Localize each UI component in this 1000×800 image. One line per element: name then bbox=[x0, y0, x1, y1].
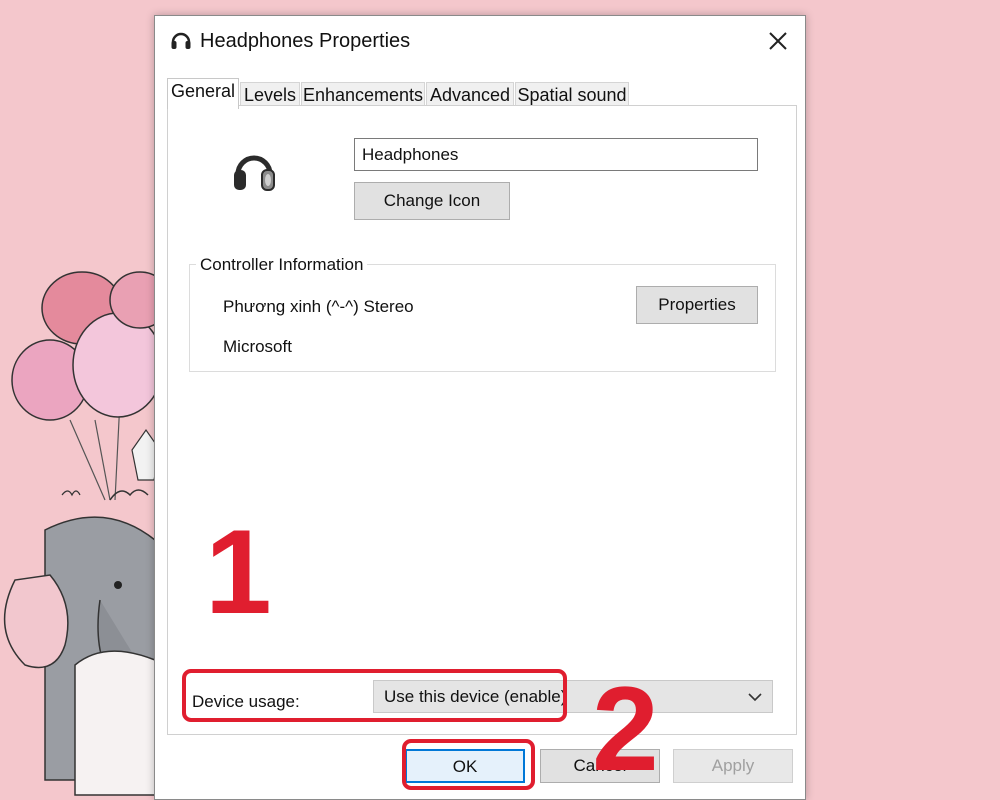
headphones-icon bbox=[234, 155, 275, 191]
controller-manufacturer: Microsoft bbox=[223, 337, 292, 356]
tab-strip: General Levels Enhancements Advanced Spa… bbox=[167, 78, 797, 109]
chevron-down-icon bbox=[748, 693, 762, 702]
controller-information-group: Controller Information Phương xinh (^-^)… bbox=[189, 255, 776, 372]
device-usage-highlight bbox=[182, 669, 567, 722]
change-icon-button[interactable]: Change Icon bbox=[354, 182, 510, 220]
balloon-elephant-illustration bbox=[3, 271, 160, 796]
window-title: Headphones Properties bbox=[200, 30, 411, 52]
headphones-icon bbox=[171, 32, 191, 49]
tab-general[interactable]: General bbox=[167, 78, 239, 109]
step-2-number: 2 bbox=[592, 662, 659, 796]
controller-properties-button[interactable]: Properties bbox=[636, 286, 758, 324]
controller-information-legend: Controller Information bbox=[196, 255, 368, 275]
device-name-input[interactable] bbox=[354, 138, 758, 171]
apply-button[interactable]: Apply bbox=[673, 749, 793, 783]
close-icon[interactable] bbox=[765, 28, 791, 54]
controller-name: Phương xinh (^-^) Stereo bbox=[223, 297, 414, 316]
title-bar: Headphones Properties bbox=[155, 16, 805, 68]
step-1-number: 1 bbox=[205, 505, 272, 639]
ok-button-highlight bbox=[402, 739, 535, 790]
